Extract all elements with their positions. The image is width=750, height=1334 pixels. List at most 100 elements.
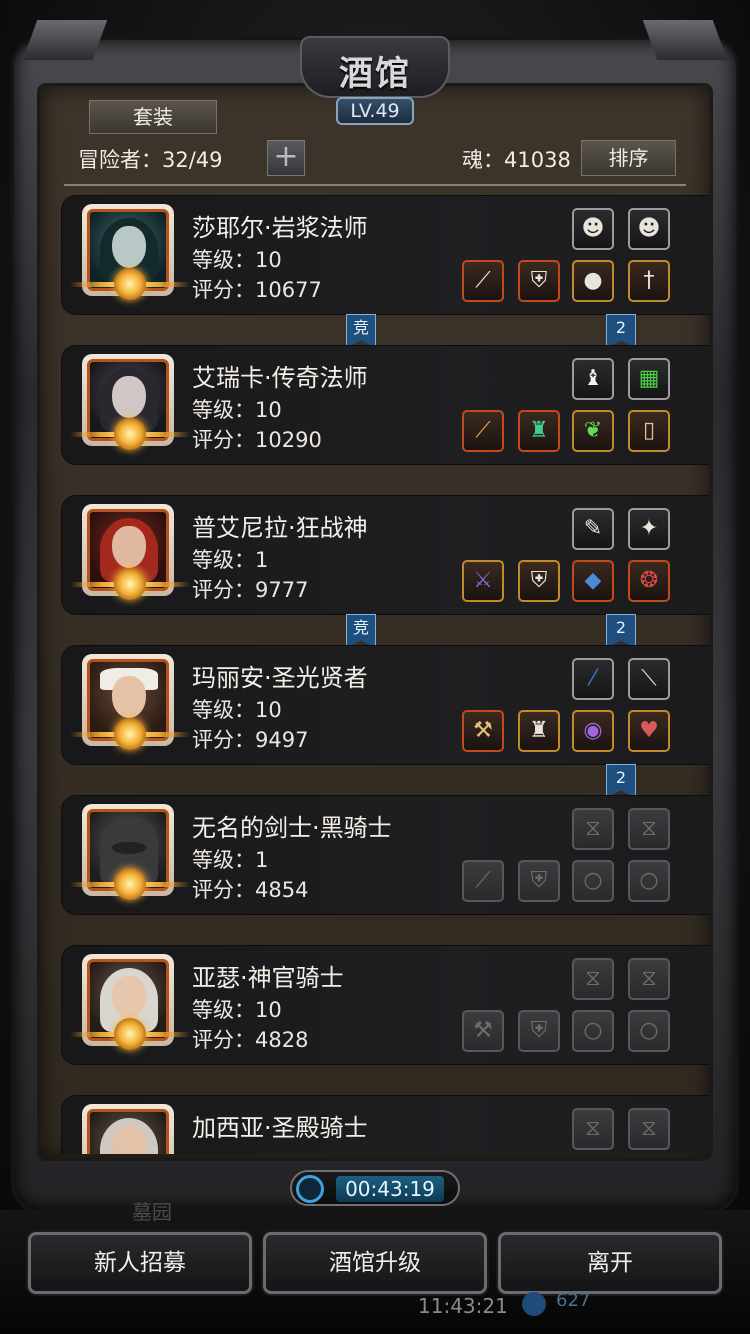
accessory-slot[interactable]: ● (572, 260, 614, 302)
empty-slot[interactable]: ⧖ (628, 808, 670, 850)
hero-name: 玛丽安·圣光贤者 (192, 664, 368, 692)
weapon-slot[interactable]: ⟋ (462, 410, 504, 452)
empty-slot[interactable]: ⧖ (628, 1108, 670, 1150)
rank-emblem (70, 418, 190, 450)
hourglass-icon: ⧖ (585, 816, 601, 841)
rank-emblem (70, 568, 190, 600)
hourglass-icon: ⧖ (641, 966, 657, 991)
rune-slot[interactable]: ▦ (628, 358, 670, 400)
hero-name: 普艾尼拉·狂战神 (192, 514, 368, 542)
arena-tag: 竞 (346, 314, 376, 348)
tavern-level-badge: LV.49 (336, 97, 414, 125)
accessory-slot[interactable]: ◆ (572, 560, 614, 602)
count-tag: 2 (606, 764, 636, 798)
background-label: 墓园 (132, 1200, 172, 1224)
upgrade-tavern-button[interactable]: 酒馆升级 (263, 1232, 487, 1294)
clock-icon (296, 1175, 324, 1203)
accessory-slot[interactable]: ❂ (628, 560, 670, 602)
wand-slot[interactable]: ⟍ (628, 658, 670, 700)
rank-emblem (70, 718, 190, 750)
mask-icon: ☻ (637, 216, 661, 241)
hero-card[interactable]: 无名的剑士·黑骑士 等级：1 评分：4854 ⧖ ⧖ ⟋ ⛨ ○ ○ (62, 796, 710, 914)
empty-ring-slot[interactable]: ○ (628, 1010, 670, 1052)
empty-ring-slot[interactable]: ○ (572, 860, 614, 902)
hero-portrait[interactable] (82, 1104, 174, 1154)
wing-slot[interactable]: ♝ (572, 358, 614, 400)
rune-icon: ▦ (638, 366, 660, 391)
hero-card[interactable]: 玛丽安·圣光贤者 等级：10 评分：9497 ⁄ ⟍ ⚒ ♜ ◉ ♥ (62, 646, 710, 764)
hero-level: 等级：10 (192, 998, 282, 1022)
empty-slot[interactable]: ⧖ (572, 958, 614, 1000)
sort-button[interactable]: 排序 (581, 140, 676, 176)
hero-name: 加西亚·圣殿骑士 (192, 1114, 368, 1142)
hero-name: 无名的剑士·黑骑士 (192, 814, 392, 842)
empty-armor-slot[interactable]: ⛨ (518, 860, 560, 902)
hero-card[interactable]: 亚瑟·神官骑士 等级：10 评分：4828 ⧖ ⧖ ⚒ ⛨ ○ ○ (62, 946, 710, 1064)
ring-icon: ○ (639, 1018, 659, 1043)
empty-weapon-slot[interactable]: ⟋ (462, 860, 504, 902)
crest-icon: ✦ (639, 516, 659, 541)
mask-slot[interactable]: ☻ (628, 208, 670, 250)
weapon-slot[interactable]: ⟋ (462, 260, 504, 302)
armor-slot[interactable]: ♜ (518, 710, 560, 752)
armor-slot[interactable]: ⛨ (518, 260, 560, 302)
empty-slot[interactable]: ⧖ (572, 1108, 614, 1150)
ring-icon: ○ (583, 868, 603, 893)
robe-icon: ♜ (529, 718, 549, 743)
hero-card[interactable]: 莎耶尔·岩浆法师 等级：10 评分：10677 ☻ ☻ ⟋ ⛨ ● † (62, 196, 710, 314)
count-tag: 2 (606, 614, 636, 648)
frame-ornament (22, 20, 108, 60)
leaf-icon: ❦ (583, 418, 603, 443)
empty-slot[interactable]: ⧖ (572, 808, 614, 850)
mask-icon: ☻ (581, 216, 605, 241)
mask-slot[interactable]: ☻ (572, 208, 614, 250)
wand-icon: ⟍ (641, 666, 657, 691)
timer: 00:43:19 (290, 1170, 460, 1206)
count-tag: 2 (606, 314, 636, 348)
add-adventurer-button[interactable]: + (267, 140, 305, 176)
rank-emblem (70, 868, 190, 900)
hero-score: 评分：4854 (192, 878, 309, 902)
frame-ornament (642, 20, 728, 60)
accessory-slot[interactable]: ◉ (572, 710, 614, 752)
feather-icon: ✎ (583, 516, 603, 541)
suit-button[interactable]: 套装 (89, 100, 217, 134)
hero-level: 等级：10 (192, 248, 282, 272)
ring-icon: ○ (639, 868, 659, 893)
robe-icon: ♜ (529, 418, 549, 443)
recruit-button[interactable]: 新人招募 (28, 1232, 252, 1294)
empty-armor-slot[interactable]: ⛨ (518, 1010, 560, 1052)
weapon-slot[interactable]: ⚔ (462, 560, 504, 602)
gem-icon (522, 1292, 546, 1316)
hero-name: 艾瑞卡·传奇法师 (192, 364, 368, 392)
weapon-slot[interactable]: ⚒ (462, 710, 504, 752)
hero-card[interactable]: 艾瑞卡·传奇法师 等级：10 评分：10290 ♝ ▦ ⟋ ♜ ❦ ▯ (62, 346, 710, 464)
empty-slot[interactable]: ⧖ (628, 958, 670, 1000)
crest-slot[interactable]: ✦ (628, 508, 670, 550)
accessory-slot[interactable]: † (628, 260, 670, 302)
hero-list[interactable]: 莎耶尔·岩浆法师 等级：10 评分：10677 ☻ ☻ ⟋ ⛨ ● † 竞 2 … (40, 190, 710, 1154)
armor-slot[interactable]: ⛨ (518, 560, 560, 602)
accessory-slot[interactable]: ❦ (572, 410, 614, 452)
feather-slot[interactable]: ✎ (572, 508, 614, 550)
rank-emblem (70, 1018, 190, 1050)
orb-icon: ● (583, 268, 603, 293)
hero-card[interactable]: 加西亚·圣殿骑士 ⧖ ⧖ (62, 1096, 710, 1154)
accessory-slot[interactable]: ♥ (628, 710, 670, 752)
leave-button[interactable]: 离开 (498, 1232, 722, 1294)
accessory-slot[interactable]: ▯ (628, 410, 670, 452)
empty-weapon-slot[interactable]: ⚒ (462, 1010, 504, 1052)
axe-icon: ⚔ (473, 568, 493, 593)
bow-slot[interactable]: ⁄ (572, 658, 614, 700)
hero-card[interactable]: 普艾尼拉·狂战神 等级：1 评分：9777 ✎ ✦ ⚔ ⛨ ◆ ❂ (62, 496, 710, 614)
hammer-icon: ⚒ (473, 718, 493, 743)
armor-slot[interactable]: ♜ (518, 410, 560, 452)
hourglass-icon: ⧖ (641, 816, 657, 841)
hero-score: 评分：10677 (192, 278, 322, 302)
empty-ring-slot[interactable]: ○ (572, 1010, 614, 1052)
hero-level: 等级：10 (192, 398, 282, 422)
hero-level: 等级：10 (192, 698, 282, 722)
armor-icon: ⛨ (530, 868, 548, 893)
empty-ring-slot[interactable]: ○ (628, 860, 670, 902)
bow-icon: ⁄ (591, 666, 595, 691)
